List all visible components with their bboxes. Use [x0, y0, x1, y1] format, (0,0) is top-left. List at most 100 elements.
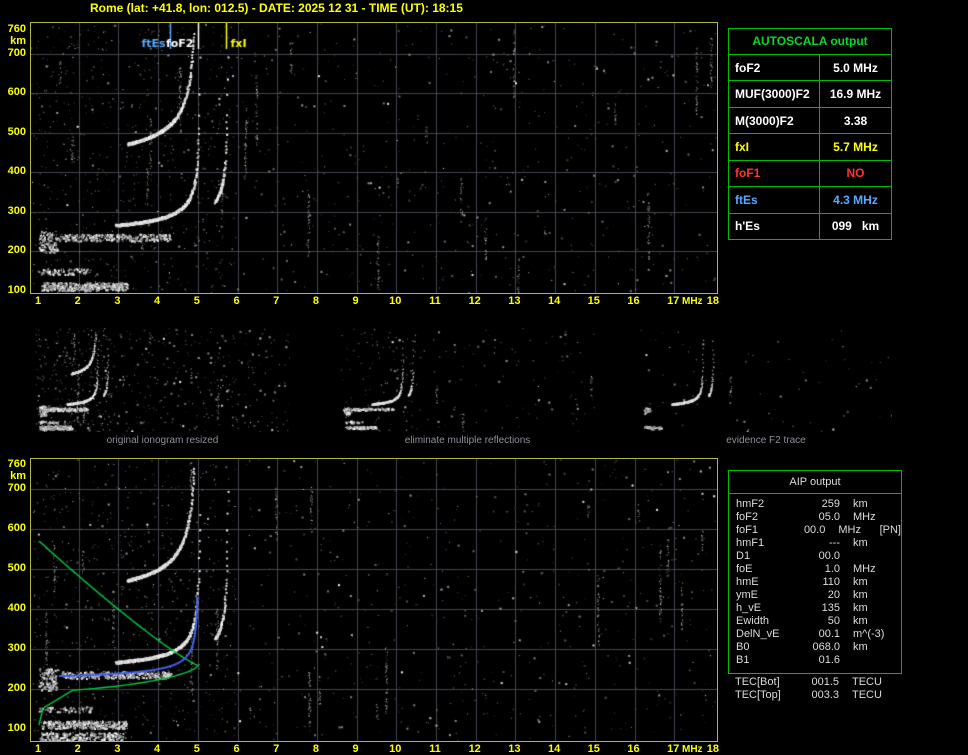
aip-unit: km — [853, 589, 868, 601]
aip-label: B0 — [736, 641, 750, 653]
parameter-value: 5.7 MHz — [833, 139, 878, 154]
tec-label: TEC[Top] — [735, 689, 781, 701]
aip-table-row: DelN_vE 00.1 m^(-3) — [729, 628, 901, 641]
aip-table-row: foF2 05.0 MHz — [729, 511, 901, 524]
parameter-name: MUF(3000)F2 — [729, 81, 820, 107]
y-tick-label: 400 — [7, 602, 26, 614]
autoscala-table-row: ftEs 4.3 MHz — [729, 186, 891, 213]
aip-unit: km — [853, 537, 868, 549]
x-tick-label: 4 — [154, 295, 161, 307]
x-tick-label: 15 — [587, 743, 600, 755]
aip-label: foE — [736, 563, 753, 575]
autoscala-table-row: fxI 5.7 MHz — [729, 133, 891, 160]
y-tick-label: 760 — [7, 458, 26, 470]
x-tick-label: 14 — [547, 743, 561, 755]
aip-label: Ewidth — [736, 615, 770, 627]
x-tick-label: 1 — [34, 295, 42, 307]
aip-unit: MHz — [838, 524, 861, 536]
aip-label: hmE — [736, 576, 759, 588]
aip-value: 259 — [821, 498, 840, 510]
tec-row: TEC[Bot] 001.5 TECU — [728, 676, 900, 689]
x-tick-label: 10 — [389, 743, 402, 755]
aip-unit — [840, 654, 901, 667]
x-tick-label: 18 — [706, 295, 720, 307]
aip-table-row: D1 00.0 — [729, 550, 901, 563]
x-tick-label: 13 — [508, 743, 521, 755]
x-tick-label: 17 — [667, 743, 680, 755]
y-tick-label: 200 — [7, 682, 26, 694]
aip-value: 00.1 — [818, 628, 840, 640]
y-tick-label: 100 — [7, 722, 26, 734]
thumbnail-caption-original: original ionogram resized — [106, 435, 219, 446]
autoscala-table-row: foF2 5.0 MHz — [729, 55, 891, 81]
x-tick-label: 15 — [587, 295, 600, 307]
thumbnail-multiple-reflections — [340, 328, 595, 432]
aip-table-row: hmF2 259 km — [729, 498, 901, 511]
x-tick-label: 7 — [273, 295, 280, 307]
x-tick-label: 5 — [193, 295, 200, 307]
x-tick-label: 2 — [74, 743, 81, 755]
x-tick-label: 6 — [233, 295, 240, 307]
x-tick-label: 5 — [193, 743, 200, 755]
x-axis-unit: MHz — [682, 296, 703, 307]
aip-value: 110 — [822, 576, 840, 588]
aip-unit: km — [853, 641, 868, 653]
y-tick-label: 500 — [7, 562, 26, 574]
aip-label: D1 — [736, 550, 751, 562]
aip-table-row: foF1 00.0 MHz [PN] — [729, 524, 901, 537]
y-tick-label: 200 — [7, 244, 26, 257]
aip-output-panel: AIP output hmF2 259 km foF2 05.0 MHz foF1 00.0 M… — [728, 470, 902, 674]
ionogram-canvas — [30, 22, 718, 294]
aip-label: h_vE — [736, 602, 762, 614]
x-tick-label: 17 — [667, 295, 680, 307]
aip-label: hmF1 — [736, 537, 765, 549]
y-axis-unit: km — [10, 35, 26, 47]
tec-unit: TECU — [852, 676, 882, 688]
y-tick-label: 700 — [7, 46, 26, 59]
y-tick-label: 400 — [7, 165, 26, 178]
autoscala-table-row: MUF(3000)F2 16.9 MHz — [729, 80, 891, 107]
aip-label: foF1 — [736, 524, 759, 536]
parameter-value: 5.0 MHz — [833, 60, 878, 75]
aip-value: 135 — [821, 602, 840, 614]
x-axis-unit: MHz — [682, 744, 703, 755]
profile-ionogram-canvas — [30, 458, 718, 742]
x-tick-label: 12 — [468, 743, 481, 755]
parameter-name: fxI — [729, 134, 820, 160]
aip-table-row: Ewidth 50 km — [729, 615, 901, 628]
aip-label: ymE — [736, 589, 758, 601]
y-tick-label: 500 — [7, 125, 26, 138]
x-tick-label: 6 — [233, 743, 240, 755]
aip-value: 05.0 — [818, 511, 840, 523]
aip-rows: hmF2 259 km foF2 05.0 MHz foF1 00.0 MHz [PN] hmF1-… — [729, 494, 901, 667]
parameter-name: foF1 — [729, 160, 820, 187]
tec-row: TEC[Top] 003.3 TECU — [728, 689, 900, 702]
aip-unit: km — [853, 615, 868, 627]
x-tick-label: 14 — [547, 295, 561, 307]
aip-table-row: hmE 110 km — [729, 576, 901, 589]
x-tick-label: 8 — [312, 743, 319, 755]
autoscala-table-row: M(3000)F2 3.38 — [729, 106, 891, 134]
x-tick-label: 9 — [352, 743, 359, 755]
aip-table-row: hmF1 --- km — [729, 537, 901, 550]
autoscala-app-window: Rome (lat: +41.8, lon: 012.5) - DATE: 20… — [0, 0, 968, 755]
aip-unit: km — [853, 498, 868, 510]
aip-value: 00.0 — [818, 550, 840, 562]
autoscala-table-row: h'Es 099 km — [729, 212, 891, 239]
parameter-name: foF2 — [729, 55, 820, 81]
aip-unit: m^(-3) — [853, 628, 885, 640]
aip-value: 20 — [827, 589, 840, 601]
aip-table-row: foE 1.0 MHz — [729, 563, 901, 576]
x-tick-label: 16 — [627, 743, 640, 755]
parameter-name: ftEs — [729, 187, 820, 213]
x-tick-label: 3 — [114, 743, 121, 755]
x-tick-label: 8 — [312, 295, 319, 307]
aip-label: B1 — [736, 654, 750, 666]
aip-value: 00.0 — [803, 524, 826, 536]
autoscala-output-panel: AUTOSCALA output foF2 5.0 MHz MUF(3000)F2 1… — [728, 28, 892, 240]
aip-unit: MHz — [853, 511, 876, 523]
page-title: Rome (lat: +41.8, lon: 012.5) - DATE: 20… — [90, 1, 463, 15]
x-tick-label: 9 — [352, 295, 359, 307]
x-tick-label: 13 — [508, 295, 521, 307]
parameter-value: NO — [846, 166, 865, 181]
